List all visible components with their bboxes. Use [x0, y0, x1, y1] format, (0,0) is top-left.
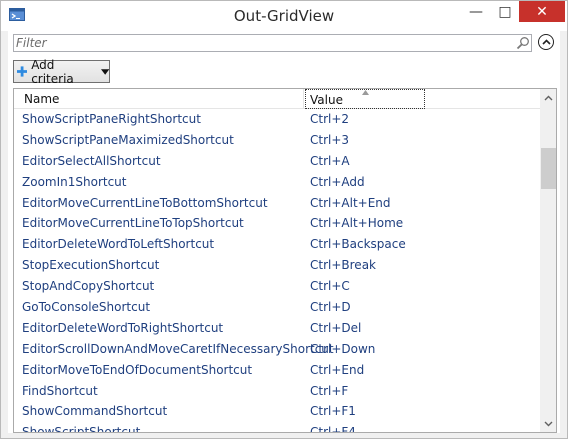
row-value-cell: Ctrl+2	[310, 112, 350, 126]
scroll-down-arrow-icon	[544, 421, 553, 426]
row-value-cell: Ctrl+C	[310, 279, 350, 294]
table-row[interactable]: ZoomIn1Shortcut Ctrl+Add	[14, 172, 540, 193]
add-criteria-label: Add criteria	[31, 57, 74, 86]
grid-header: Name Value	[14, 89, 540, 109]
column-header-name[interactable]: Name	[14, 89, 304, 109]
row-name-cell: GoToConsoleShortcut	[22, 300, 151, 315]
table-row[interactable]: GoToConsoleShortcut Ctrl+D	[14, 297, 540, 318]
scrollbar-thumb[interactable]	[541, 148, 556, 189]
row-value-cell: Ctrl+A	[310, 153, 350, 168]
close-icon: ✕	[536, 3, 548, 20]
row-name-cell: EditorMoveToEndOfDocumentShortcut	[22, 362, 253, 377]
row-value-cell: Ctrl+Down	[310, 341, 376, 356]
scroll-down-button[interactable]	[540, 415, 556, 432]
table-row[interactable]: EditorScrollDownAndMoveCaretIfNecessaryS…	[14, 339, 540, 360]
table-row[interactable]: EditorDeleteWordToLeftShortcut Ctrl+Backs…	[14, 234, 540, 255]
row-value-cell: Ctrl+F1	[310, 404, 356, 419]
row-name-cell: EditorDeleteWordToLeftShortcut	[22, 237, 215, 252]
row-value-cell: Ctrl+Alt+Home	[310, 216, 404, 231]
row-name-cell: ShowScriptShortcut	[22, 425, 141, 433]
collapse-criteria-button[interactable]	[538, 34, 554, 50]
row-value-cell: Ctrl+End	[310, 362, 365, 377]
table-row[interactable]: EditorMoveToEndOfDocumentShortcut Ctrl+En…	[14, 360, 540, 381]
scroll-up-button[interactable]	[540, 89, 556, 106]
table-row[interactable]: FindShortcut Ctrl+F	[14, 381, 540, 402]
table-row[interactable]: EditorMoveCurrentLineToBottomShortcut Ctr…	[14, 193, 540, 214]
row-name-cell: EditorMoveCurrentLineToTopShortcut	[22, 216, 244, 231]
vertical-scrollbar[interactable]	[540, 89, 556, 432]
row-value-cell: Ctrl+Backspace	[310, 237, 406, 252]
close-button[interactable]: ✕	[519, 1, 565, 22]
table-row[interactable]: EditorSelectAllShortcut Ctrl+A	[14, 151, 540, 172]
minimize-icon: —	[469, 3, 483, 20]
row-name-cell: EditorSelectAllShortcut	[22, 153, 161, 168]
row-name-cell: ShowScriptPaneRightShortcut	[22, 112, 201, 126]
chevron-up-icon	[541, 39, 551, 45]
row-name-cell: ZoomIn1Shortcut	[22, 174, 127, 189]
table-row[interactable]: StopAndCopyShortcut Ctrl+C	[14, 276, 540, 297]
row-name-cell: ShowScriptPaneMaximizedShortcut	[22, 132, 234, 147]
search-icon[interactable]	[516, 36, 530, 50]
table-row[interactable]: ShowScriptPaneRightShortcut Ctrl+2	[14, 109, 540, 130]
table-row[interactable]: StopExecutionShortcut Ctrl+Break	[14, 255, 540, 276]
row-name-cell: FindShortcut	[22, 383, 98, 398]
add-criteria-button[interactable]: Add criteria	[13, 57, 110, 86]
row-value-cell: Ctrl+Break	[310, 258, 376, 273]
title-bar[interactable]: Out-GridView — □ ✕	[1, 1, 567, 31]
table-row[interactable]: EditorDeleteWordToRightShortcut Ctrl+Del	[14, 318, 540, 339]
row-name-cell: EditorMoveCurrentLineToBottomShortcut	[22, 195, 268, 210]
out-gridview-window: Out-GridView — □ ✕ Filter Add criteria N…	[0, 0, 568, 439]
maximize-icon: □	[498, 3, 512, 20]
row-name-cell: StopAndCopyShortcut	[22, 279, 155, 294]
sort-ascending-icon	[362, 90, 369, 95]
filter-box[interactable]	[13, 34, 532, 52]
row-name-cell: ShowCommandShortcut	[22, 404, 168, 419]
table-row[interactable]: EditorMoveCurrentLineToTopShortcut Ctrl+A…	[14, 213, 540, 234]
table-row[interactable]: ShowCommandShortcut Ctrl+F1	[14, 401, 540, 422]
row-value-cell: Ctrl+Alt+End	[310, 195, 391, 210]
row-value-cell: Ctrl+Add	[310, 174, 365, 189]
table-row[interactable]: ShowScriptShortcut Ctrl+F4	[14, 422, 540, 433]
row-name-cell: StopExecutionShortcut	[22, 258, 160, 273]
plus-icon	[17, 66, 28, 77]
row-name-cell: EditorDeleteWordToRightShortcut	[22, 320, 224, 335]
row-value-cell: Ctrl+3	[310, 132, 350, 147]
row-value-cell: Ctrl+F4	[310, 425, 356, 433]
row-value-cell: Ctrl+Del	[310, 320, 362, 335]
results-grid: Name Value ShowScriptPaneRightShortcut Ct…	[13, 88, 557, 433]
caret-down-icon	[100, 68, 109, 75]
minimize-button[interactable]: —	[462, 1, 490, 22]
row-name-cell: EditorScrollDownAndMoveCaretIfNecessaryS…	[22, 341, 334, 356]
client-area: Add criteria Name Value ShowScriptPaneRi…	[8, 31, 560, 433]
filter-input[interactable]	[16, 36, 506, 50]
row-value-cell: Ctrl+D	[310, 300, 351, 315]
scroll-up-arrow-icon	[544, 95, 553, 100]
row-value-cell: Ctrl+F	[310, 383, 349, 398]
table-row[interactable]: ShowScriptPaneMaximizedShortcut Ctrl+3	[14, 130, 540, 151]
maximize-button[interactable]: □	[491, 1, 519, 22]
grid-rows: ShowScriptPaneRightShortcut Ctrl+2 ShowScr…	[14, 109, 540, 433]
